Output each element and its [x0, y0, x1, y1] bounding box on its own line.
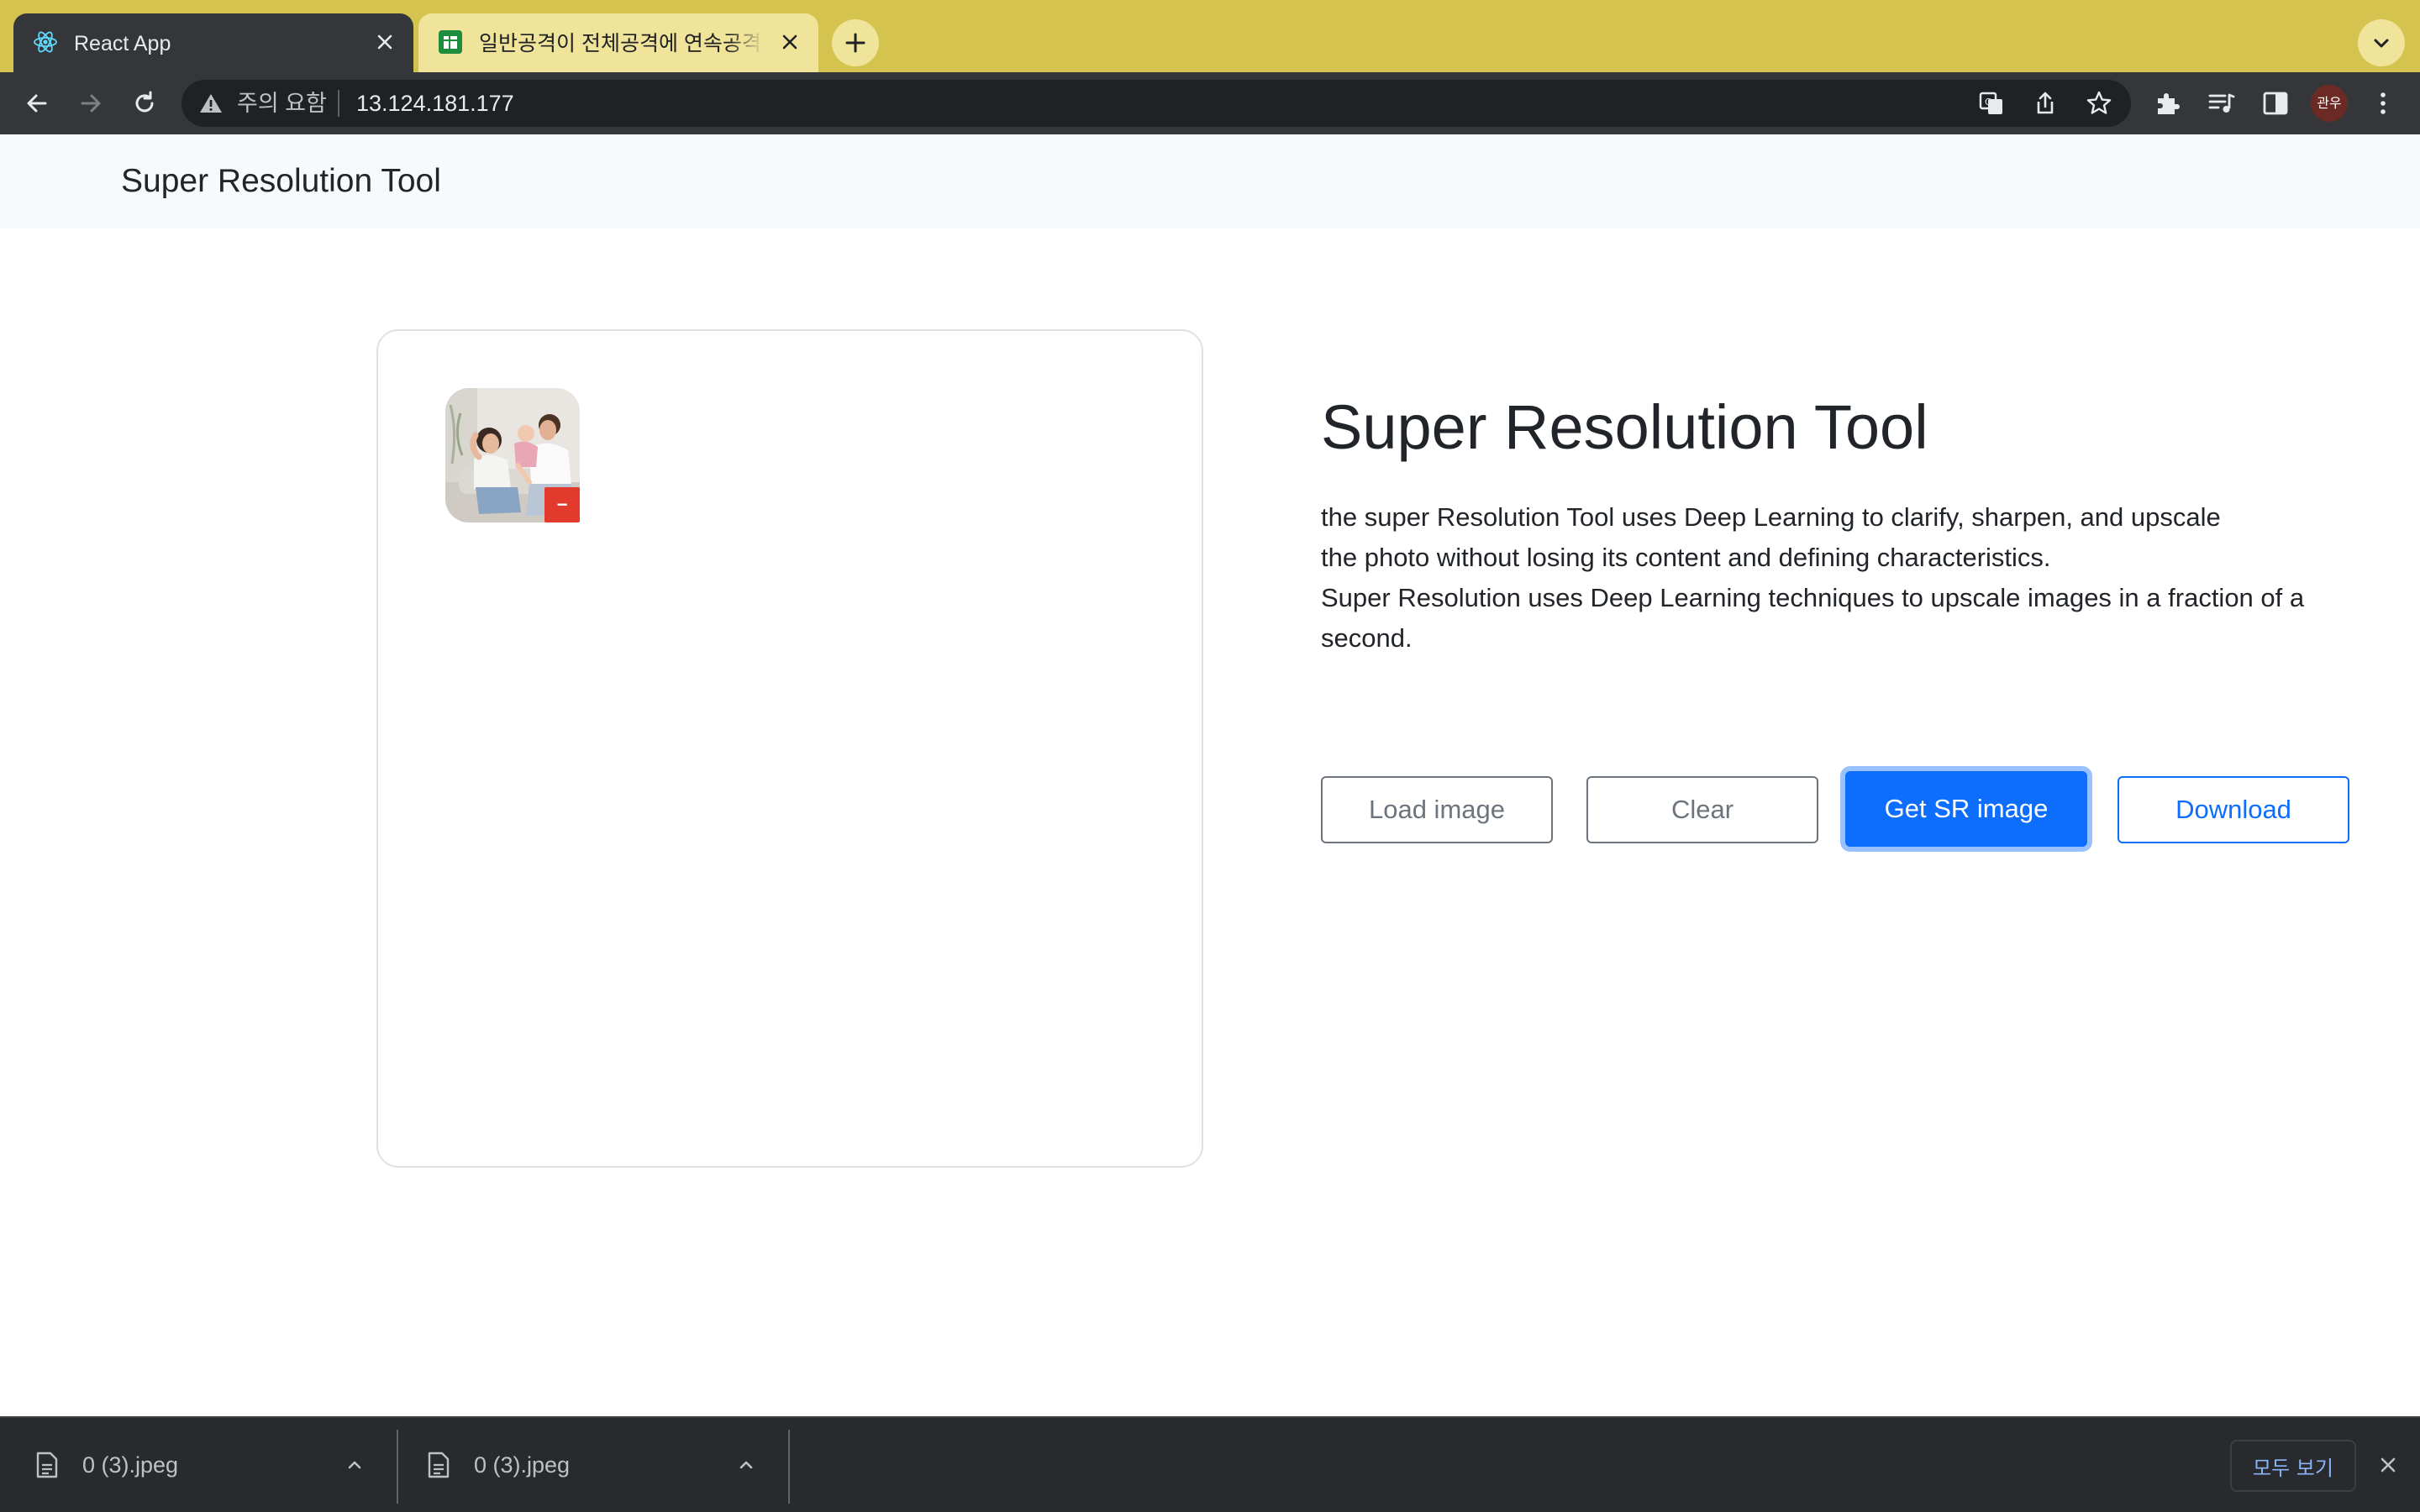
download-filename: 0 (3).jpeg [82, 1452, 179, 1478]
download-item[interactable]: 0 (3).jpeg [392, 1418, 786, 1512]
download-item[interactable]: 0 (3).jpeg [0, 1418, 395, 1512]
tab-spreadsheet[interactable]: 일반공격이 전체공격에 연속공격인 안 [418, 13, 818, 72]
browser-toolbar: 주의 요함 13.124.181.177 G 관우 [0, 72, 2420, 134]
tab-search-button[interactable] [2358, 19, 2405, 66]
file-icon [427, 1452, 450, 1478]
clear-button[interactable]: Clear [1586, 776, 1818, 843]
svg-text:G: G [1985, 97, 1992, 108]
translate-icon[interactable]: G [1978, 90, 2005, 117]
react-icon [32, 29, 59, 55]
forward-icon[interactable] [76, 88, 106, 118]
tool-description: the super Resolution Tool uses Deep Lear… [1321, 497, 2363, 659]
downloads-bar: 0 (3).jpeg 0 (3).jpeg 모두 보기 [0, 1416, 2420, 1512]
chevron-up-icon[interactable] [734, 1453, 758, 1477]
tab-title: 일반공격이 전체공격에 연속공격인 안 [479, 32, 763, 55]
file-icon [35, 1452, 59, 1478]
description-line: the super Resolution Tool uses Deep Lear… [1321, 502, 2221, 532]
warning-icon[interactable] [198, 92, 224, 115]
menu-kebab-icon[interactable] [2368, 88, 2398, 118]
description-line: Super Resolution uses Deep Learning tech… [1321, 583, 2305, 612]
plus-icon [845, 33, 865, 53]
image-preview-card: − [376, 329, 1203, 1168]
tab-title: React App [74, 32, 171, 55]
omnibox-divider [338, 90, 339, 117]
navbar-brand[interactable]: Super Resolution Tool [121, 161, 441, 202]
address-bar[interactable]: 주의 요함 13.124.181.177 G [182, 80, 2131, 127]
close-icon[interactable] [2376, 1453, 2400, 1477]
download-filename: 0 (3).jpeg [474, 1452, 571, 1478]
tab-react-app[interactable]: React App [13, 13, 413, 72]
download-divider [788, 1430, 790, 1504]
media-queue-icon[interactable] [2207, 88, 2237, 118]
close-tab-icon[interactable] [778, 30, 802, 54]
close-tab-icon[interactable] [373, 30, 397, 54]
load-image-button[interactable]: Load image [1321, 776, 1553, 843]
description-line: the photo without losing its content and… [1321, 543, 2051, 572]
back-icon[interactable] [22, 88, 52, 118]
security-status-text[interactable]: 주의 요함 [237, 90, 327, 117]
google-sheets-icon [437, 29, 464, 55]
show-all-downloads-button[interactable]: 모두 보기 [2230, 1440, 2356, 1492]
remove-image-button[interactable]: − [544, 487, 580, 522]
app-navbar: Super Resolution Tool [0, 134, 2420, 228]
profile-avatar[interactable]: 관우 [2311, 85, 2348, 122]
get-sr-image-button[interactable]: Get SR image [1845, 771, 2087, 847]
chevron-up-icon[interactable] [343, 1453, 366, 1477]
reload-icon[interactable] [129, 88, 160, 118]
url-text[interactable]: 13.124.181.177 [356, 90, 514, 117]
browser-tab-strip: React App 일반공격이 전체공격에 연속공격인 안 [0, 0, 2420, 72]
download-button[interactable]: Download [2118, 776, 2349, 843]
side-panel-icon[interactable] [2260, 88, 2291, 118]
bookmark-star-icon[interactable] [2086, 90, 2112, 117]
description-line: second. [1321, 623, 1413, 653]
extensions-puzzle-icon[interactable] [2153, 88, 2183, 118]
chevron-down-icon [2374, 39, 2389, 48]
share-icon[interactable] [2032, 90, 2059, 117]
page-title: Super Resolution Tool [1321, 392, 1928, 462]
new-tab-button[interactable] [832, 19, 879, 66]
